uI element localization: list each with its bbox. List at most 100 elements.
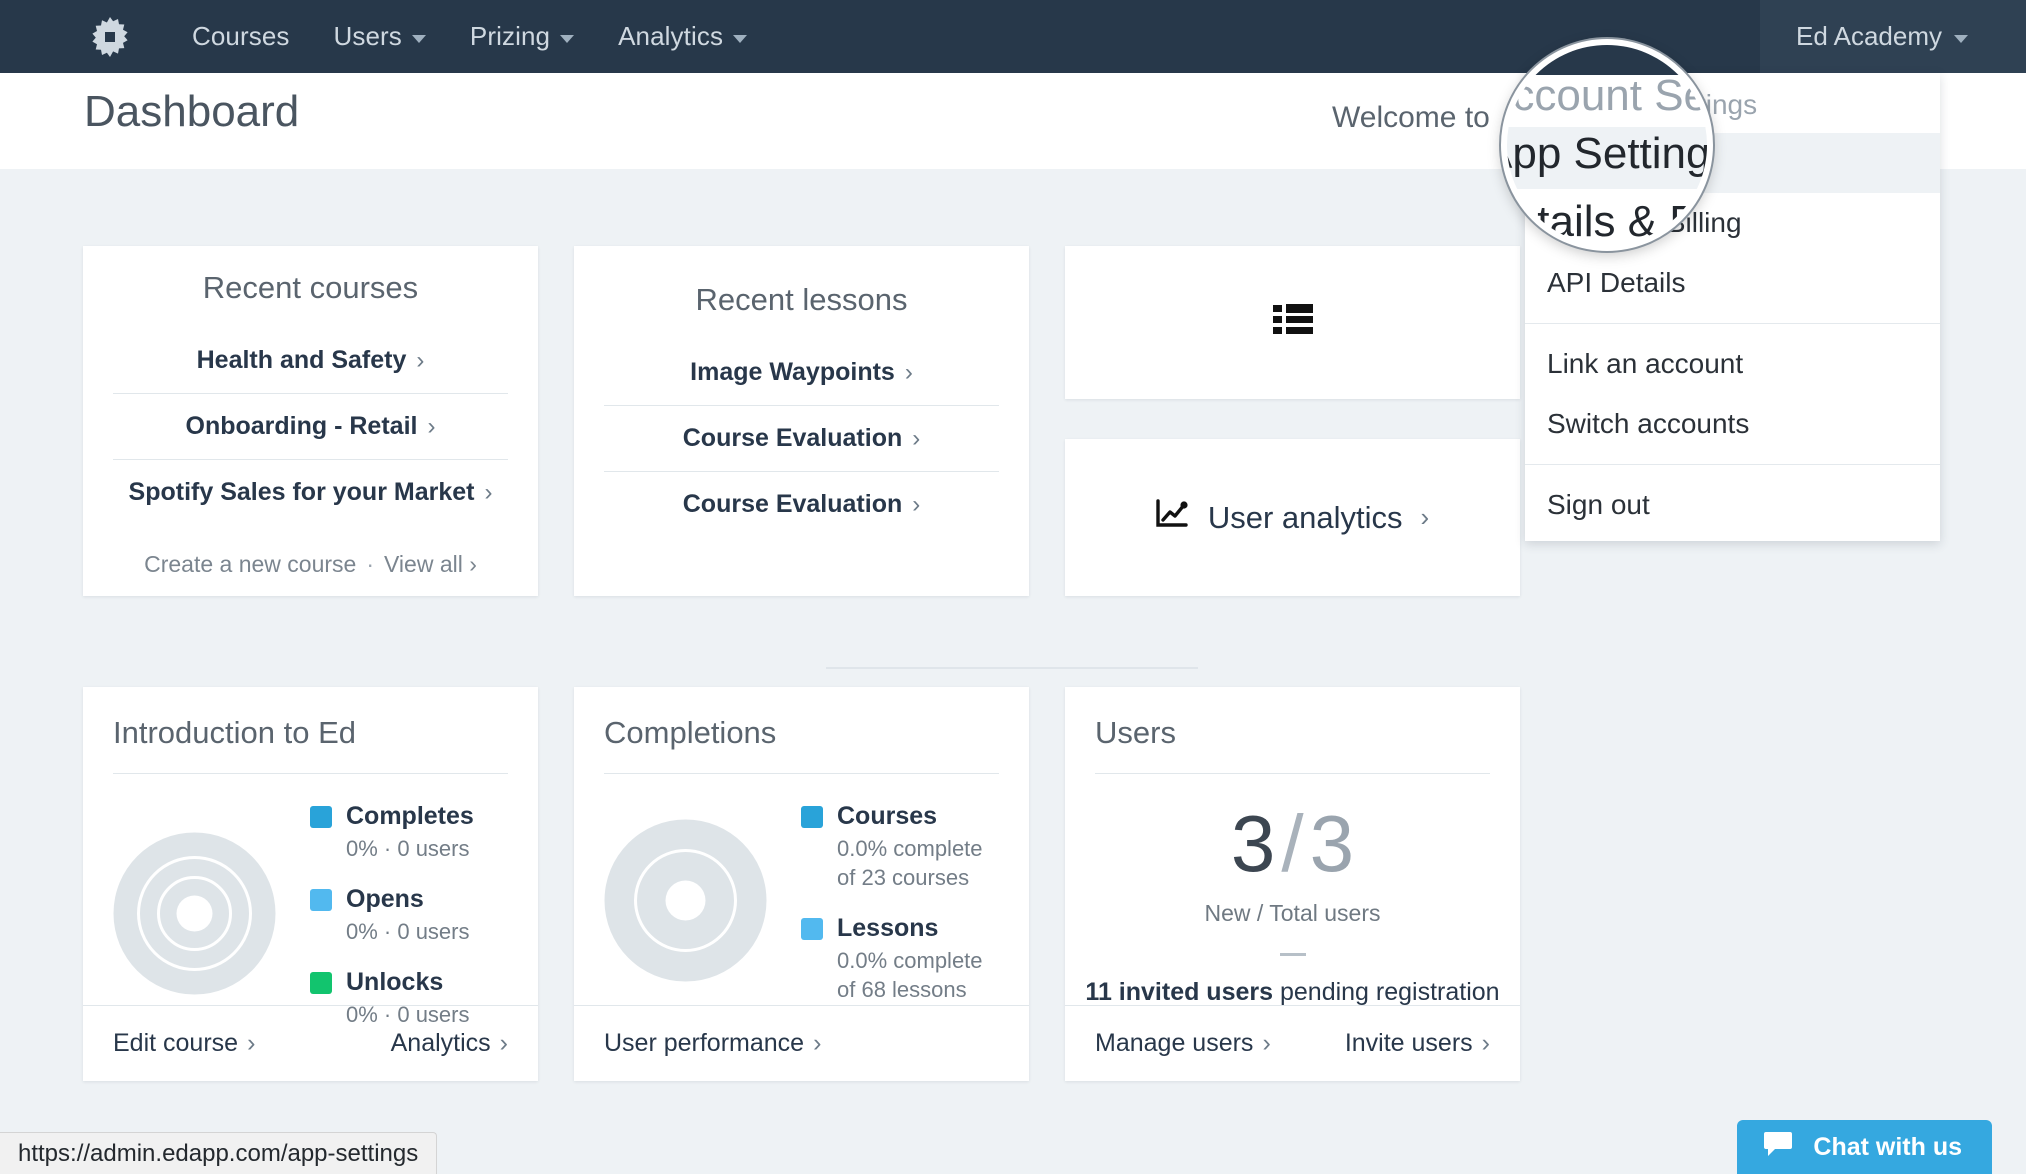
- chevron-down-icon: [733, 34, 748, 43]
- recent-course-label: Spotify Sales for your Market: [128, 478, 475, 506]
- user-performance-label: User performance: [604, 1029, 805, 1057]
- chevron-down-icon: [1954, 34, 1968, 43]
- legend-label: Opens: [346, 885, 424, 914]
- legend-value: 0% · 0 users: [346, 919, 470, 945]
- magnifier-overlay: Account Settin App Settings Details & Bi…: [1501, 39, 1713, 251]
- dropdown-item-api-details[interactable]: API Details: [1525, 253, 1940, 313]
- dropdown-divider: [1525, 323, 1940, 324]
- users-card-footer: Manage users › Invite users ›: [1065, 1005, 1520, 1081]
- edit-course-label: Edit course: [113, 1029, 239, 1057]
- course-analytics-link[interactable]: Analytics ›: [391, 1029, 508, 1058]
- recent-lessons-title: Recent lessons: [695, 282, 908, 317]
- nav-item-prizing[interactable]: Prizing: [448, 21, 596, 52]
- invited-users-count: 11 invited users: [1085, 978, 1274, 1006]
- recent-lesson-label: Image Waypoints: [690, 358, 895, 386]
- status-bar-url: https://admin.edapp.com/app-settings: [0, 1132, 438, 1174]
- users-stat-caption: New / Total users: [1204, 900, 1381, 926]
- completions-card-footer: User performance ›: [574, 1005, 1029, 1081]
- user-analytics-inner: User analytics ›: [1065, 439, 1520, 596]
- chevron-right-icon: ›: [416, 347, 425, 374]
- recent-lesson-label: Course Evaluation: [682, 424, 903, 452]
- account-menu-label: Ed Academy: [1796, 21, 1942, 51]
- dropdown-item-switch-accounts[interactable]: Switch accounts: [1525, 394, 1940, 454]
- edit-course-link[interactable]: Edit course ›: [113, 1029, 255, 1058]
- create-new-course-link[interactable]: Create a new course: [144, 551, 356, 577]
- nav-item-users[interactable]: Users: [312, 21, 448, 52]
- legend-item: Completes 0% · 0 users: [310, 802, 474, 863]
- user-analytics-label: User analytics: [1207, 499, 1403, 535]
- app-root: Courses Users Prizing Analytics Ed Acade…: [0, 0, 2026, 1174]
- pending-registration-text: 11 invited users pending registration: [1065, 978, 1520, 1007]
- chevron-right-icon: ›: [499, 1029, 508, 1057]
- users-card-title: Users: [1095, 715, 1176, 750]
- legend-item: Opens 0% · 0 users: [310, 885, 474, 946]
- recent-course-item[interactable]: Onboarding - Retail ›: [83, 394, 538, 459]
- recent-lesson-item[interactable]: Image Waypoints ›: [574, 340, 1029, 405]
- status-bar-url-text: https://admin.edapp.com/app-settings: [18, 1139, 419, 1167]
- user-analytics-card[interactable]: User analytics ›: [1065, 439, 1520, 596]
- page-title: Dashboard: [84, 87, 300, 136]
- legend-item: Courses 0.0% complete of 23 courses: [801, 802, 983, 892]
- nav-item-prizing-label: Prizing: [469, 21, 551, 51]
- manage-users-label: Manage users: [1095, 1029, 1254, 1057]
- recent-course-item[interactable]: Spotify Sales for your Market ›: [83, 460, 538, 525]
- dropdown-divider: [1525, 464, 1940, 465]
- recent-courses-title: Recent courses: [202, 270, 419, 305]
- completions-donut-chart: Courses 0.0% complete of 23 courses Less…: [574, 774, 1029, 1028]
- total-users-count: 3: [1309, 799, 1355, 888]
- introduction-card-title: Introduction to Ed: [113, 715, 356, 750]
- separator-dot: ·: [366, 551, 374, 577]
- user-performance-link[interactable]: User performance ›: [604, 1029, 821, 1058]
- recent-lesson-label: Course Evaluation: [682, 490, 903, 518]
- introduction-to-ed-card: Introduction to Ed Completes 0% · 0 user…: [83, 687, 538, 1081]
- recent-courses-card: Recent courses Health and Safety › Onboar…: [83, 246, 538, 596]
- chevron-right-icon: ›: [912, 425, 921, 452]
- dropdown-item-link-account[interactable]: Link an account: [1525, 334, 1940, 394]
- chat-with-us-button[interactable]: Chat with us: [1737, 1120, 1992, 1174]
- new-users-count: 3: [1230, 799, 1276, 888]
- legend-swatch-courses: [801, 805, 823, 828]
- nav-links: Courses Users Prizing Analytics: [170, 21, 769, 52]
- legend-value-line1: 0.0% complete: [837, 948, 983, 974]
- chevron-right-icon: ›: [912, 491, 921, 518]
- legend-swatch-unlocks: [310, 971, 332, 994]
- dropdown-item-sign-out[interactable]: Sign out: [1525, 475, 1940, 541]
- chevron-right-icon: ›: [247, 1029, 256, 1057]
- manage-users-link[interactable]: Manage users ›: [1095, 1029, 1271, 1058]
- nav-item-courses[interactable]: Courses: [170, 21, 312, 52]
- chevron-down-icon: [560, 34, 575, 43]
- stat-slash: /: [1281, 799, 1304, 888]
- nav-item-courses-label: Courses: [192, 21, 290, 51]
- recent-lesson-item[interactable]: Course Evaluation ›: [574, 406, 1029, 471]
- recent-lessons-card: Recent lessons Image Waypoints › Course E…: [574, 246, 1029, 596]
- courses-list-card[interactable]: [1065, 246, 1520, 399]
- recent-lesson-item[interactable]: Course Evaluation ›: [574, 472, 1029, 537]
- introduction-legend: Completes 0% · 0 users Opens 0% · 0 user…: [310, 802, 474, 1029]
- legend-label: Unlocks: [346, 968, 444, 997]
- users-card: Users 3/3 New / Total users 11 invited u…: [1065, 687, 1520, 1081]
- legend-value-line2: of 68 lessons: [837, 977, 967, 1003]
- introduction-card-footer: Edit course › Analytics ›: [83, 1005, 538, 1081]
- completions-card-title: Completions: [604, 715, 777, 750]
- legend-swatch-opens: [310, 888, 332, 911]
- chat-with-us-label: Chat with us: [1813, 1132, 1962, 1161]
- gear-icon[interactable]: [88, 15, 132, 59]
- top-navbar: Courses Users Prizing Analytics Ed Acade…: [0, 0, 2026, 73]
- chat-bubble-icon: [1763, 1131, 1793, 1164]
- section-divider: [826, 667, 1198, 669]
- chevron-right-icon: ›: [813, 1029, 822, 1057]
- invite-users-link[interactable]: Invite users ›: [1345, 1029, 1490, 1058]
- dash-separator: [1279, 953, 1306, 956]
- magnifier-content: Account Settin App Settings Details & Bi…: [1507, 45, 1707, 245]
- view-all-courses-link[interactable]: View all: [384, 551, 463, 577]
- welcome-message: Welcome to: [1332, 101, 1490, 134]
- legend-value-line1: 0.0% complete: [837, 836, 983, 861]
- nav-item-analytics[interactable]: Analytics: [596, 21, 769, 52]
- recent-course-item[interactable]: Health and Safety ›: [83, 328, 538, 393]
- invite-users-label: Invite users: [1344, 1029, 1473, 1057]
- chevron-right-icon: ›: [1262, 1029, 1271, 1057]
- account-menu-button[interactable]: Ed Academy: [1760, 0, 2026, 73]
- nav-item-users-label: Users: [333, 21, 402, 51]
- chevron-right-icon: ›: [1481, 1029, 1490, 1057]
- legend-value: 0% · 0 users: [346, 836, 470, 861]
